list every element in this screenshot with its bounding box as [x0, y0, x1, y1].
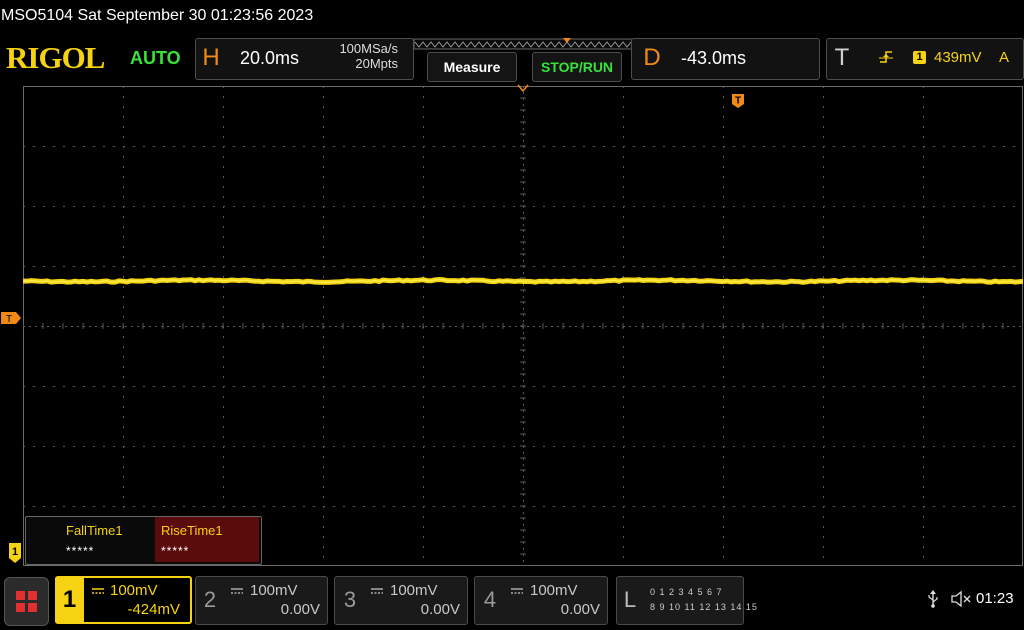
channel-2-scale: 100mV	[250, 582, 298, 599]
risetime-value: *****	[161, 544, 190, 558]
main-menu-button[interactable]	[4, 577, 49, 626]
channel-4-number: 4	[483, 587, 497, 612]
logic-channels-row-1: 0 1 2 3 4 5 6 7	[650, 587, 723, 597]
channel-3-scale: 100mV	[390, 582, 438, 599]
memory-timeline-track[interactable]	[413, 38, 635, 50]
falltime-label: FallTime1	[66, 523, 123, 538]
trigger-coupling: A	[999, 49, 1010, 66]
channel-4-scale: 100mV	[530, 582, 578, 599]
svg-text:1: 1	[12, 546, 18, 558]
trigger-label: T	[834, 44, 850, 71]
delay-label: D	[643, 44, 661, 71]
measure-button[interactable]: Measure	[427, 52, 517, 82]
rising-edge-icon	[879, 51, 893, 63]
trigger-level-marker[interactable]: T	[0, 311, 22, 325]
waveform-grid[interactable]	[23, 86, 1023, 566]
falltime-value: *****	[66, 544, 95, 558]
ch1-ground-marker[interactable]: 1	[8, 542, 22, 564]
trigger-level: 439mV	[934, 49, 982, 66]
usb-icon	[928, 590, 938, 608]
dc-coupling-icon	[231, 588, 243, 594]
channel-3-offset: 0.00V	[420, 601, 460, 618]
channel-3-number: 3	[343, 587, 357, 612]
trigger-mode-status: AUTO	[130, 48, 181, 68]
horizontal-timebase: 20.0ms	[240, 48, 300, 68]
dc-coupling-icon	[92, 588, 104, 594]
channel-2-number: 2	[203, 587, 217, 612]
trigger-source-badge: 1	[913, 51, 926, 64]
risetime-label: RiseTime1	[161, 523, 223, 538]
stop-run-button[interactable]: STOP/RUN	[532, 52, 622, 82]
sample-rate: 100MSa/s	[339, 41, 398, 56]
horizontal-label: H	[202, 44, 220, 71]
delay-value: -43.0ms	[681, 48, 747, 68]
channel-1-offset: -424mV	[127, 601, 180, 618]
clock: 01:23	[976, 590, 1014, 607]
logic-channels-row-2: 8 9 10 11 12 13 14 15	[650, 602, 758, 612]
memory-depth: 20Mpts	[355, 56, 398, 71]
speaker-muted-icon[interactable]	[950, 590, 972, 608]
menu-grid-icon	[16, 591, 37, 612]
title-bar: MSO5104 Sat September 30 01:23:56 2023	[1, 7, 314, 24]
trigger-position-marker	[517, 84, 529, 92]
svg-text:T: T	[6, 314, 12, 325]
channel-2-offset: 0.00V	[280, 601, 320, 618]
channel-1-number: 1	[55, 578, 84, 622]
dc-coupling-icon	[371, 588, 383, 594]
sample-rate-info: 100MSa/s 20Mpts	[318, 41, 398, 71]
rigol-logo: RIGOL	[6, 40, 105, 75]
channel-1-scale: 100mV	[110, 582, 158, 599]
svg-text:T: T	[735, 96, 741, 107]
dc-coupling-icon	[511, 588, 523, 594]
trigger-flag-icon: T	[732, 94, 744, 108]
logic-analyzer-label: L	[623, 587, 637, 612]
channel-4-offset: 0.00V	[560, 601, 600, 618]
